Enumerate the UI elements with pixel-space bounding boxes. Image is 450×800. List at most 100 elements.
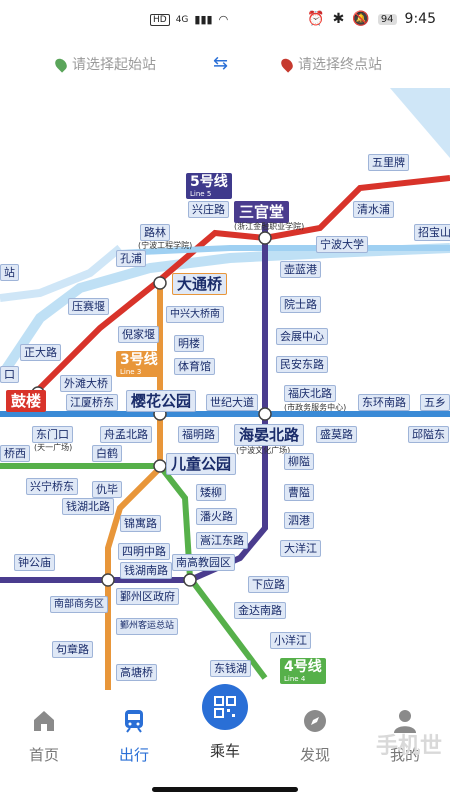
station-label[interactable]: 高塘桥 bbox=[116, 664, 157, 681]
station-label[interactable]: 兴庄路 bbox=[188, 201, 229, 218]
end-station-placeholder: 请选择终点站 bbox=[298, 57, 382, 73]
station-label[interactable]: 鼓楼 bbox=[6, 390, 47, 412]
tab-discover[interactable]: 发现 bbox=[285, 708, 345, 765]
wifi-icon: ◠ bbox=[218, 13, 229, 26]
battery-indicator: 94 bbox=[377, 13, 397, 25]
station-label[interactable]: 会展中心 bbox=[276, 328, 328, 345]
station-label[interactable]: 海晏北路 bbox=[234, 424, 305, 446]
station-label[interactable]: 站 bbox=[0, 264, 19, 281]
compass-icon bbox=[304, 710, 326, 732]
clock: 9:45 bbox=[404, 11, 436, 27]
station-label[interactable]: 钱湖南路 bbox=[120, 562, 172, 579]
station-label[interactable]: 世纪大道 bbox=[206, 394, 258, 411]
start-station-field[interactable]: 请选择起始站 bbox=[52, 54, 156, 74]
station-label[interactable]: 矮柳 bbox=[196, 484, 226, 501]
interchange-node[interactable] bbox=[153, 459, 167, 473]
bottom-tab-bar: 首页 出行 乘车 发现 我的 手机世 bbox=[0, 684, 450, 800]
station-label[interactable]: 小洋江 bbox=[270, 632, 311, 649]
tab-travel[interactable]: 出行 bbox=[104, 708, 164, 765]
start-pin-icon bbox=[52, 55, 70, 73]
station-label[interactable]: 柳隘 bbox=[284, 453, 314, 470]
end-station-field[interactable]: 请选择终点站 bbox=[278, 54, 382, 74]
signal-icon: ▮▮▮ bbox=[194, 13, 213, 26]
alarm-icon: ⏰ bbox=[307, 11, 325, 27]
station-label[interactable]: 东钱湖 bbox=[210, 660, 251, 677]
station-label[interactable]: 路林 bbox=[140, 224, 170, 241]
hd-badge: HD bbox=[150, 13, 170, 26]
station-label[interactable]: 潘火路 bbox=[196, 508, 237, 525]
station-label[interactable]: 民安东路 bbox=[276, 356, 328, 373]
station-label[interactable]: 压赛堰 bbox=[68, 298, 109, 315]
station-label[interactable]: 桥西 bbox=[0, 445, 30, 462]
station-label[interactable]: 嵩江东路 bbox=[196, 532, 248, 549]
station-label[interactable]: 盛莫路 bbox=[316, 426, 357, 443]
interchange-node[interactable] bbox=[258, 407, 272, 421]
station-label[interactable]: 孔浦 bbox=[116, 250, 146, 267]
line-3-badge: 3号线 Line 3 bbox=[116, 351, 162, 377]
swap-arrows-icon[interactable]: ⇆ bbox=[213, 53, 228, 74]
station-label[interactable]: 招宝山 bbox=[414, 224, 450, 241]
station-label[interactable]: 鄞州区政府 bbox=[116, 588, 179, 605]
station-label[interactable]: 江厦桥东 bbox=[66, 394, 118, 411]
station-label[interactable]: 清水浦 bbox=[353, 201, 394, 218]
metro-map[interactable]: 5号线 Line 5 3号线 Line 3 4号线 Line 4 五里牌 清水浦 招宝… bbox=[0, 88, 450, 690]
status-bar: HD 4G ▮▮▮ ◠ ⏰ ✱ 🔕 94 9:45 bbox=[0, 0, 450, 40]
station-label[interactable]: 正大路 bbox=[20, 344, 61, 361]
station-label[interactable]: 院士路 bbox=[280, 296, 321, 313]
station-label[interactable]: 兴宁桥东 bbox=[26, 478, 78, 495]
station-label[interactable]: 钟公庙 bbox=[14, 554, 55, 571]
network-badge: 4G bbox=[175, 14, 189, 25]
station-label[interactable]: 钱湖北路 bbox=[62, 498, 114, 515]
station-label[interactable]: 中兴大桥南 bbox=[166, 306, 224, 323]
station-label[interactable]: 邱隘东 bbox=[408, 426, 449, 443]
station-label[interactable]: 曹隘 bbox=[284, 484, 314, 501]
tab-discover-label: 发现 bbox=[299, 746, 330, 764]
home-icon bbox=[34, 711, 54, 731]
station-label[interactable]: 金达南路 bbox=[234, 602, 286, 619]
station-label[interactable]: 南部商务区 bbox=[50, 596, 108, 613]
bluetooth-icon: ✱ bbox=[332, 11, 345, 27]
route-selector: 请选择起始站 ⇆ 请选择终点站 bbox=[0, 40, 450, 88]
line-5-badge: 5号线 Line 5 bbox=[186, 173, 232, 199]
interchange-node[interactable] bbox=[153, 276, 167, 290]
station-label[interactable]: 仇毕 bbox=[92, 481, 122, 498]
station-label[interactable]: 三官堂 bbox=[234, 201, 290, 223]
station-label[interactable]: 白鹤 bbox=[92, 445, 122, 462]
station-label[interactable]: 倪家堰 bbox=[118, 326, 159, 343]
station-label[interactable]: 下应路 bbox=[248, 576, 289, 593]
river-area bbox=[390, 88, 450, 158]
station-label[interactable]: 大洋江 bbox=[280, 540, 321, 557]
station-label[interactable]: 大通桥 bbox=[172, 273, 228, 295]
tab-home[interactable]: 首页 bbox=[14, 708, 74, 765]
station-label[interactable]: 宁波大学 bbox=[316, 236, 368, 253]
station-label[interactable]: 四明中路 bbox=[118, 543, 170, 560]
interchange-node[interactable] bbox=[183, 573, 197, 587]
station-label[interactable]: 福庆北路 bbox=[284, 385, 336, 402]
station-label[interactable]: 体育馆 bbox=[174, 358, 215, 375]
train-icon bbox=[125, 710, 143, 733]
tab-ride[interactable]: 乘车 bbox=[195, 708, 255, 761]
station-label[interactable]: 南高教园区 bbox=[172, 554, 235, 571]
station-label[interactable]: 樱花公园 bbox=[126, 390, 197, 412]
station-label[interactable]: 外滩大桥 bbox=[60, 375, 112, 392]
station-label[interactable]: 壶蓝港 bbox=[280, 261, 321, 278]
station-label[interactable]: 五乡 bbox=[420, 394, 450, 411]
station-label[interactable]: 明楼 bbox=[174, 335, 204, 352]
interchange-node[interactable] bbox=[258, 231, 272, 245]
station-label[interactable]: 儿童公园 bbox=[166, 453, 237, 475]
station-label[interactable]: 泗港 bbox=[284, 512, 314, 529]
station-label[interactable]: 句章路 bbox=[52, 641, 93, 658]
interchange-node[interactable] bbox=[101, 573, 115, 587]
station-label[interactable]: 锦寓路 bbox=[120, 515, 161, 532]
station-label[interactable]: 东门口 bbox=[32, 426, 73, 443]
station-sublabel: (市政务服务中心) bbox=[284, 403, 347, 412]
station-label[interactable]: 五里牌 bbox=[368, 154, 409, 171]
tab-ride-label: 乘车 bbox=[209, 742, 240, 760]
station-label[interactable]: 口 bbox=[0, 366, 19, 383]
station-label[interactable]: 福明路 bbox=[178, 426, 219, 443]
station-label[interactable]: 舟孟北路 bbox=[100, 426, 152, 443]
home-indicator[interactable] bbox=[152, 787, 298, 792]
station-label[interactable]: 鄞州客运总站 bbox=[116, 618, 179, 635]
station-sublabel: (浙江金融职业学院) bbox=[234, 222, 305, 231]
station-label[interactable]: 东环南路 bbox=[358, 394, 410, 411]
